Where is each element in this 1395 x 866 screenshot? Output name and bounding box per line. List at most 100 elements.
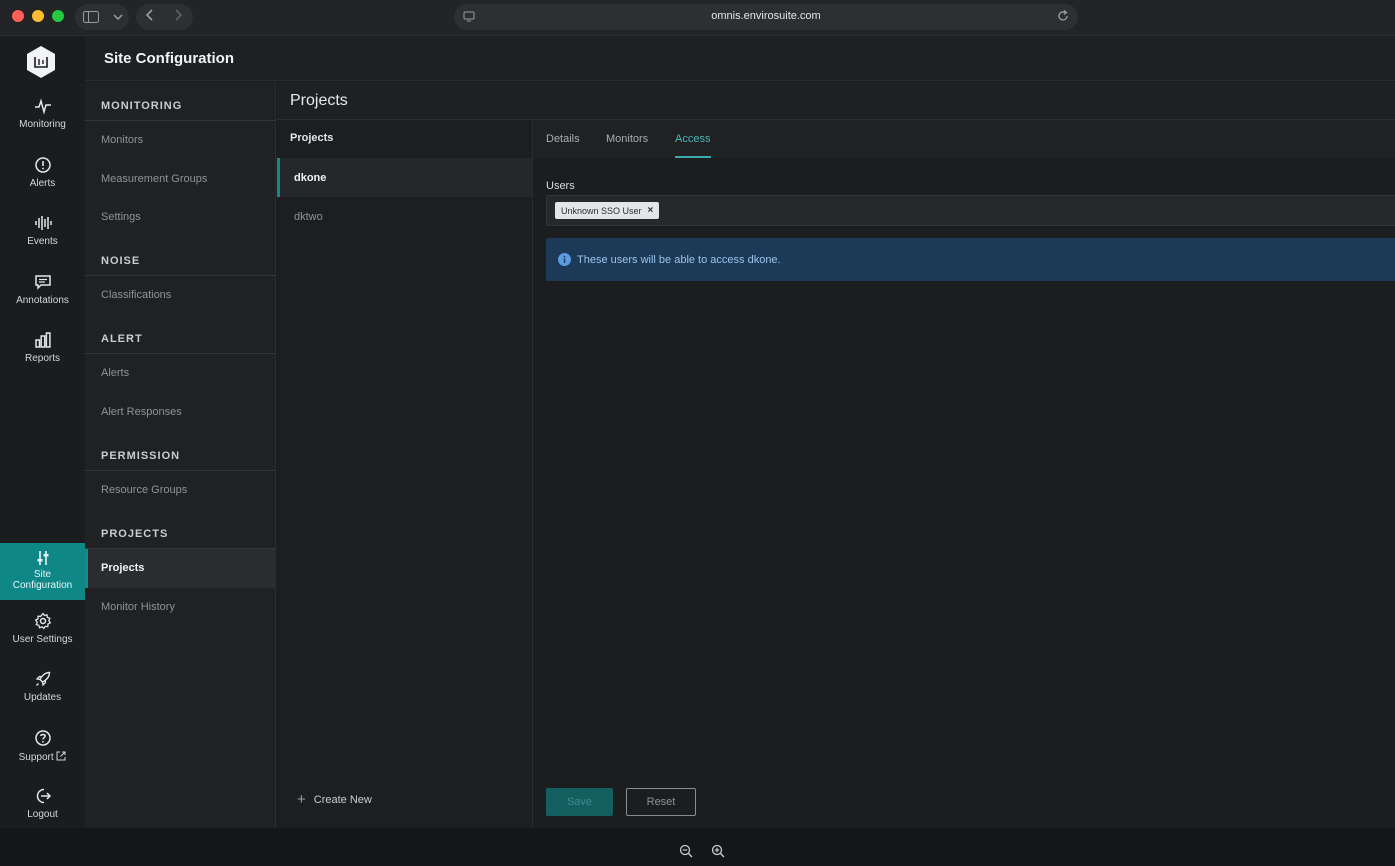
app-header: Site Configuration — [85, 37, 1395, 81]
nav-item-measurement-groups[interactable]: Measurement Groups — [85, 160, 276, 199]
rail-label: Monitoring — [19, 119, 66, 130]
rail-label: Logout — [27, 809, 58, 820]
nav-item-label: Resource Groups — [101, 484, 188, 496]
nav-item-classifications[interactable]: Classifications — [85, 276, 276, 315]
app-logo-icon — [27, 46, 55, 78]
users-label: Users — [546, 180, 575, 192]
external-link-icon — [56, 751, 66, 761]
rocket-icon — [35, 671, 50, 687]
rail-label-line2: Configuration — [12, 580, 73, 591]
section-heading: PERMISSION — [101, 450, 181, 462]
plus-icon: + — [297, 791, 306, 808]
project-item-label: dkone — [294, 172, 327, 184]
rail-item-user-settings[interactable]: User Settings — [0, 612, 85, 668]
section-heading: PROJECTS — [101, 528, 169, 540]
nav-item-projects[interactable]: Projects — [85, 549, 276, 588]
tab-monitors[interactable]: Monitors — [606, 133, 648, 145]
section-monitoring: MONITORING — [85, 82, 276, 121]
nav-item-label: Alert Responses — [101, 406, 182, 418]
close-window-button[interactable] — [12, 10, 24, 22]
tab-details[interactable]: Details — [546, 133, 580, 145]
projects-title: Projects — [290, 92, 348, 109]
nav-item-resource-groups[interactable]: Resource Groups — [85, 471, 276, 510]
info-text: These users will be able to access dkone… — [577, 254, 781, 266]
rail-item-alerts[interactable]: Alerts — [0, 156, 85, 212]
rail-label-line1: Site — [33, 569, 52, 580]
zoom-in-icon[interactable] — [711, 844, 725, 858]
rail-item-annotations[interactable]: Annotations — [0, 273, 85, 329]
rail-label: Reports — [24, 353, 60, 364]
projects-header: Projects — [277, 82, 1395, 120]
nav-item-label: Monitor History — [101, 601, 175, 613]
page-title: Site Configuration — [104, 50, 234, 67]
rail-item-reports[interactable]: Reports — [0, 331, 85, 387]
rail-item-events[interactable]: Events — [0, 214, 85, 270]
user-chip-label: Unknown SSO User — [561, 205, 642, 216]
back-button[interactable] — [136, 8, 164, 26]
nav-item-alert-responses[interactable]: Alert Responses — [85, 393, 276, 432]
app-nav-rail: Monitoring Alerts Events Annotations Rep… — [0, 37, 85, 828]
rail-item-updates[interactable]: Updates — [0, 670, 85, 726]
active-tab-indicator — [675, 156, 711, 158]
url-text: omnis.envirosuite.com — [711, 10, 821, 22]
nav-item-monitors[interactable]: Monitors — [85, 121, 276, 160]
section-projects: PROJECTS — [85, 510, 276, 549]
rail-label: Events — [27, 236, 58, 247]
remove-user-icon[interactable]: × — [648, 205, 654, 216]
chevron-left-icon — [145, 9, 153, 21]
sliders-icon — [37, 551, 48, 565]
projects-list-heading: Projects — [290, 132, 334, 144]
browser-titlebar: omnis.envirosuite.com — [0, 0, 1395, 36]
save-button[interactable]: Save — [546, 788, 613, 816]
support-label: Support — [18, 752, 54, 763]
sidebar-toggle-button[interactable] — [75, 4, 129, 30]
rail-label-support: Support — [0, 751, 85, 763]
nav-item-label: Measurement Groups — [101, 173, 208, 185]
tab-access[interactable]: Access — [675, 133, 710, 145]
nav-item-alerts[interactable]: Alerts — [85, 354, 276, 393]
nav-item-label: Settings — [101, 211, 141, 223]
waveform-icon — [34, 216, 52, 230]
user-chip[interactable]: Unknown SSO User × — [555, 202, 660, 219]
nav-item-label: Alerts — [101, 367, 130, 379]
section-noise: NOISE — [85, 237, 276, 276]
nav-item-label: Projects — [101, 562, 145, 574]
reload-icon[interactable] — [1056, 9, 1070, 23]
rail-label: Annotations — [16, 295, 69, 306]
rail-label: User Settings — [12, 634, 73, 645]
section-permission: PERMISSION — [85, 432, 276, 471]
pulse-icon — [34, 98, 51, 115]
info-banner: These users will be able to access dkone… — [546, 238, 1395, 281]
rail-item-support[interactable]: Support — [0, 729, 85, 785]
project-item-dkone[interactable]: dkone — [277, 158, 532, 197]
section-alert: ALERT — [85, 315, 276, 354]
rail-label: Updates — [23, 692, 62, 703]
project-item-label: dktwo — [294, 211, 323, 223]
project-item-dktwo[interactable]: dktwo — [277, 197, 532, 236]
reset-button[interactable]: Reset — [626, 788, 696, 816]
chevron-right-icon — [175, 9, 183, 21]
rail-label: Alerts — [29, 178, 56, 189]
rail-item-site-configuration[interactable]: Site Configuration — [0, 543, 85, 600]
address-bar[interactable]: omnis.envirosuite.com — [454, 4, 1078, 30]
history-nav — [136, 4, 193, 30]
chevron-down-icon — [113, 14, 123, 21]
logout-icon — [36, 788, 51, 804]
nav-item-settings[interactable]: Settings — [85, 198, 276, 237]
zoom-out-icon[interactable] — [679, 844, 693, 858]
project-detail: Details Monitors Access Users Unknown SS… — [533, 120, 1395, 828]
bottom-toolbar — [0, 828, 1395, 866]
info-icon — [558, 253, 571, 266]
section-heading: MONITORING — [101, 100, 183, 112]
minimize-window-button[interactable] — [32, 10, 44, 22]
section-heading: ALERT — [101, 333, 143, 345]
users-multiselect[interactable]: Unknown SSO User × — [546, 195, 1395, 226]
create-new-button[interactable]: + Create New — [297, 791, 372, 808]
nav-item-monitor-history[interactable]: Monitor History — [85, 588, 276, 627]
forward-button[interactable] — [164, 8, 192, 26]
rail-item-monitoring[interactable]: Monitoring — [0, 97, 85, 153]
bar-chart-icon — [34, 332, 51, 348]
maximize-window-button[interactable] — [52, 10, 64, 22]
help-circle-icon — [34, 730, 51, 746]
detail-tabs: Details Monitors Access — [533, 120, 1395, 158]
